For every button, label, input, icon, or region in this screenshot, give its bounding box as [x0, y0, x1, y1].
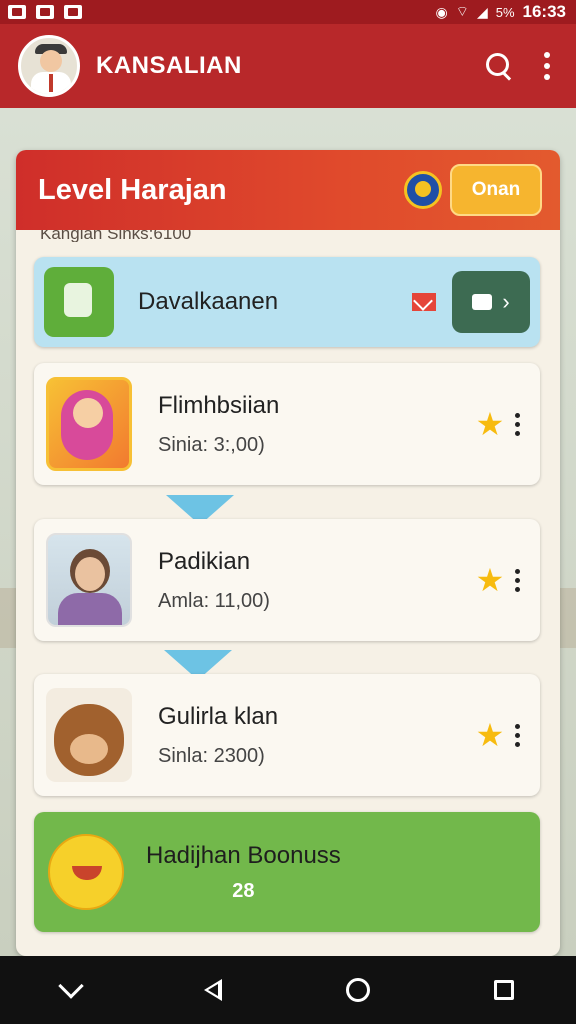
recents-icon[interactable] [494, 980, 514, 1000]
thumbs-up-icon [472, 294, 493, 310]
list-item[interactable]: Davalkaanen › [34, 257, 540, 347]
cartoon-thumbnail [46, 377, 132, 471]
signal-icon: ◢ [476, 3, 488, 20]
list-item-title: Flimhbsiian [158, 391, 280, 419]
item-menu-icon[interactable] [515, 412, 520, 436]
app-bar: KANSALIAN [0, 24, 576, 108]
list-item[interactable]: Gulirla klan Sinla: 2300) ★ [34, 674, 540, 796]
system-nav-bar [0, 956, 576, 1024]
list-item[interactable]: Flimhbsiian Sinia: 3:,00) ★ [34, 363, 540, 485]
bonus-value: 28 [232, 879, 255, 902]
list-item-subtitle: Amla: 11,00) [158, 589, 270, 612]
chevron-right-icon: › [502, 289, 510, 314]
bonus-mascot-icon [48, 834, 124, 910]
bonus-title: Hadijhan Boonuss [146, 841, 341, 869]
level-panel-header: Level Harajan Onan [16, 150, 560, 230]
back-icon[interactable] [204, 979, 222, 1001]
star-icon[interactable]: ★ [475, 564, 505, 596]
avatar[interactable] [18, 35, 80, 97]
bonus-card[interactable]: Hadijhan Boonuss 28 [34, 812, 540, 932]
list-item-subtitle: Sinia: 3:,00) [158, 433, 265, 456]
cup-icon [44, 267, 114, 337]
status-bar: ◉ ⌔ ◢ 5% 16:33 [0, 0, 576, 24]
alarm-icon: ◉ [435, 3, 448, 20]
item-menu-icon[interactable] [515, 568, 520, 592]
app-title: KANSALIAN [96, 52, 242, 79]
overflow-menu-icon[interactable] [544, 52, 550, 80]
mail-icon[interactable] [412, 293, 436, 311]
hide-keyboard-icon[interactable] [58, 973, 84, 999]
star-icon[interactable]: ★ [475, 408, 505, 440]
home-icon[interactable] [346, 978, 370, 1002]
notification-icon [36, 5, 54, 19]
bear-thumbnail [46, 688, 132, 782]
search-icon[interactable] [484, 51, 514, 81]
list-item-title: Padikian [158, 547, 251, 575]
panel-subline: Kangian Sinks:6100 [40, 230, 192, 242]
notification-icon [8, 5, 26, 19]
wifi-icon: ⌔ [455, 3, 469, 19]
level-title: Level Harajan [38, 173, 227, 206]
item-menu-icon[interactable] [515, 723, 520, 747]
share-button[interactable]: › [452, 271, 530, 333]
list-item[interactable]: Padikian Amla: 11,00) ★ [34, 519, 540, 641]
star-icon[interactable]: ★ [475, 719, 505, 751]
medal-icon[interactable] [404, 171, 442, 209]
list-item-subtitle: Sinla: 2300) [158, 744, 265, 767]
notification-icon [64, 5, 82, 19]
list-item-title: Gulirla klan [158, 702, 279, 730]
list-item-label: Davalkaanen [138, 288, 279, 315]
level-panel: Level Harajan Onan Kangian Sinks:6100 Da… [16, 150, 560, 956]
person-photo [46, 533, 132, 627]
battery-level: 5% [495, 4, 515, 20]
onan-button[interactable]: Onan [450, 164, 542, 216]
clock: 16:33 [522, 2, 566, 21]
